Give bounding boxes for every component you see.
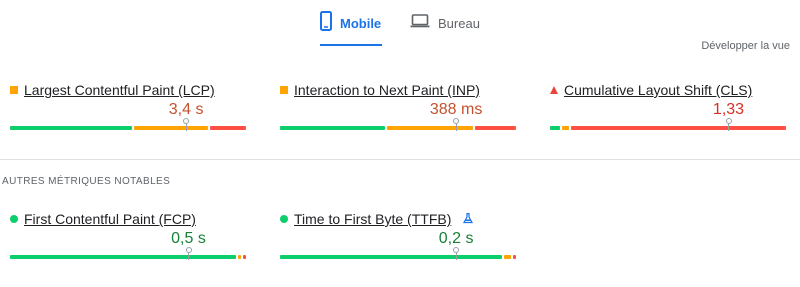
laptop-icon (410, 13, 430, 33)
expand-view-link[interactable]: Développer la vue (701, 40, 790, 52)
metric-header: Interaction to Next Paint (INP) (280, 82, 480, 98)
metric-value: 1,33 (712, 101, 745, 118)
metric-value: 0,2 s (438, 230, 474, 247)
metric-name-link[interactable]: Cumulative Layout Shift (CLS) (564, 82, 752, 98)
metric-header: Time to First Byte (TTFB) (280, 211, 474, 227)
phone-icon (320, 10, 332, 36)
metric-value: 3,4 s (168, 101, 204, 118)
bar-segment-good (10, 126, 132, 130)
metric-ttfb: Time to First Byte (TTFB) 0,2 s (280, 211, 518, 271)
bar-segment-needs-improvement (503, 255, 512, 259)
metric-name-link[interactable]: Largest Contentful Paint (LCP) (24, 82, 215, 98)
p75-marker (452, 118, 460, 131)
distribution-bar (10, 118, 248, 131)
metric-name-link[interactable]: First Contentful Paint (FCP) (24, 211, 196, 227)
bar-segment-poor (209, 126, 246, 130)
metric-value: 0,5 s (171, 230, 206, 247)
bar-segment-needs-improvement (387, 126, 474, 130)
tab-mobile-label: Mobile (340, 15, 382, 31)
p75-marker (185, 247, 193, 260)
circle-rating-icon (10, 215, 18, 223)
distribution-bar (550, 118, 788, 131)
square-rating-icon (10, 86, 18, 94)
circle-rating-icon (280, 215, 288, 223)
bar-segment-needs-improvement (133, 126, 208, 130)
metric-inp: Interaction to Next Paint (INP) 388 ms (280, 82, 518, 142)
tab-desktop[interactable]: Bureau (410, 6, 480, 40)
bar-segment-poor (243, 255, 246, 259)
distribution-bar (280, 118, 518, 131)
p75-marker (182, 118, 190, 131)
active-tab-indicator (320, 44, 382, 46)
device-tabs: Mobile Bureau (0, 6, 800, 46)
distribution-bar (280, 247, 518, 260)
bar-segment-good (280, 255, 502, 259)
metric-header: First Contentful Paint (FCP) (10, 211, 196, 227)
p75-marker (452, 247, 460, 260)
tab-desktop-label: Bureau (438, 15, 480, 31)
metric-value: 388 ms (429, 101, 483, 118)
metric-cls: Cumulative Layout Shift (CLS) 1,33 (550, 82, 788, 142)
metric-name-link[interactable]: Time to First Byte (TTFB) (294, 211, 451, 227)
flask-icon (463, 211, 474, 227)
distribution-bar (10, 247, 248, 260)
bar-segment-needs-improvement (561, 126, 570, 130)
bar-segment-poor (513, 255, 516, 259)
metric-header: Largest Contentful Paint (LCP) (10, 82, 215, 98)
other-metrics-heading: AUTRES MÉTRIQUES NOTABLES (2, 176, 171, 187)
metric-fcp: First Contentful Paint (FCP) 0,5 s (10, 211, 248, 271)
metric-header: Cumulative Layout Shift (CLS) (550, 82, 752, 98)
metric-name-link[interactable]: Interaction to Next Paint (INP) (294, 82, 480, 98)
bar-segment-good (550, 126, 560, 130)
metric-lcp: Largest Contentful Paint (LCP) 3,4 s (10, 82, 248, 142)
bar-segment-poor (475, 126, 516, 130)
square-rating-icon (280, 86, 288, 94)
bar-segment-good (10, 255, 237, 259)
bar-segment-needs-improvement (238, 255, 242, 259)
bar-segment-good (280, 126, 386, 130)
bar-segment-poor (571, 126, 786, 130)
triangle-rating-icon (550, 86, 558, 94)
p75-marker (725, 118, 733, 131)
section-divider (0, 159, 800, 160)
tab-mobile[interactable]: Mobile (320, 6, 381, 40)
